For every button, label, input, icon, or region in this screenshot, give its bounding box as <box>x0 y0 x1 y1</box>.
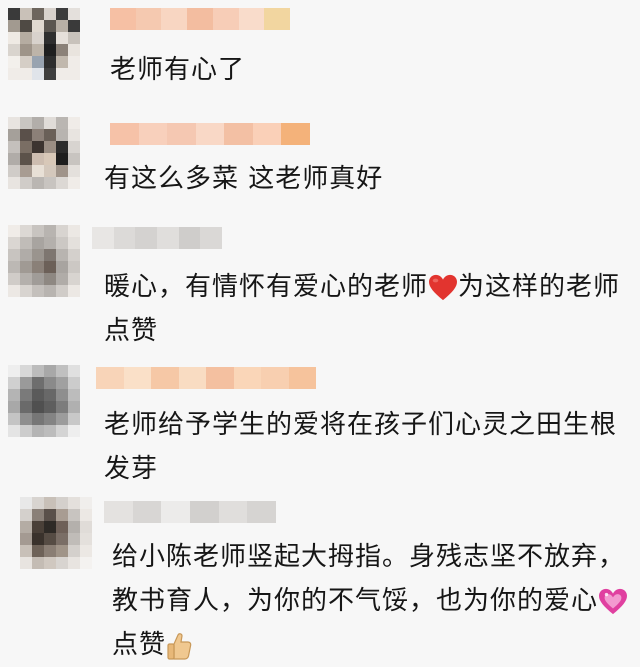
username-blurred[interactable] <box>104 501 276 523</box>
comment-item: 老师有心了 <box>0 0 640 105</box>
avatar[interactable] <box>8 365 80 437</box>
comment-text-line: 发芽 <box>104 454 159 484</box>
comment-item: 暖心，有情怀有爱心的老师 为这样的老师 点赞 <box>0 215 640 355</box>
username-blurred[interactable] <box>96 367 316 389</box>
comment-item: 老师给予学生的爱将在孩子们心灵之田生根 发芽 <box>0 355 640 485</box>
username-blurred[interactable] <box>92 227 222 249</box>
avatar[interactable] <box>8 8 80 80</box>
heart-emoji <box>429 274 458 300</box>
avatar[interactable] <box>8 225 80 297</box>
comment-text-line: 老师有心了 <box>110 55 246 85</box>
comment-text-line: 有这么多菜 这老师真好 <box>104 164 384 194</box>
comment-text: 老师有心了 <box>110 48 245 92</box>
comment-item: 有这么多菜 这老师真好 <box>0 105 640 215</box>
comment-text-line: 点赞 <box>112 630 167 660</box>
comment-text-line: 教书育人，为你的不气馁，也为你的爱心 <box>112 586 599 616</box>
comment-text-line: 为这样的老师 <box>458 272 621 302</box>
comment-text-line: 给小陈老师竖起大拇指。身残志坚不放弃， <box>112 542 626 572</box>
comment-text-line: 点赞 <box>104 316 159 346</box>
comment-text: 老师给予学生的爱将在孩子们心灵之田生根 发芽 <box>104 403 617 491</box>
avatar[interactable] <box>20 497 92 569</box>
avatar[interactable] <box>8 117 80 189</box>
thumbs-up-emoji <box>167 632 192 660</box>
comment-text-line: 老师给予学生的爱将在孩子们心灵之田生根 <box>104 410 618 440</box>
username-blurred[interactable] <box>110 8 290 30</box>
username-blurred[interactable] <box>110 123 310 145</box>
comment-text-line: 暖心，有情怀有爱心的老师 <box>104 272 429 302</box>
comment-text: 暖心，有情怀有爱心的老师 为这样的老师 点赞 <box>104 265 620 353</box>
comment-text: 给小陈老师竖起大拇指。身残志坚不放弃， 教书育人，为你的不气馁，也为你的爱心 点… <box>112 535 628 667</box>
sparkling-heart-emoji <box>599 588 628 614</box>
comment-text: 有这么多菜 这老师真好 <box>104 157 383 201</box>
comment-item: 给小陈老师竖起大拇指。身残志坚不放弃， 教书育人，为你的不气馁，也为你的爱心 点… <box>0 485 640 660</box>
